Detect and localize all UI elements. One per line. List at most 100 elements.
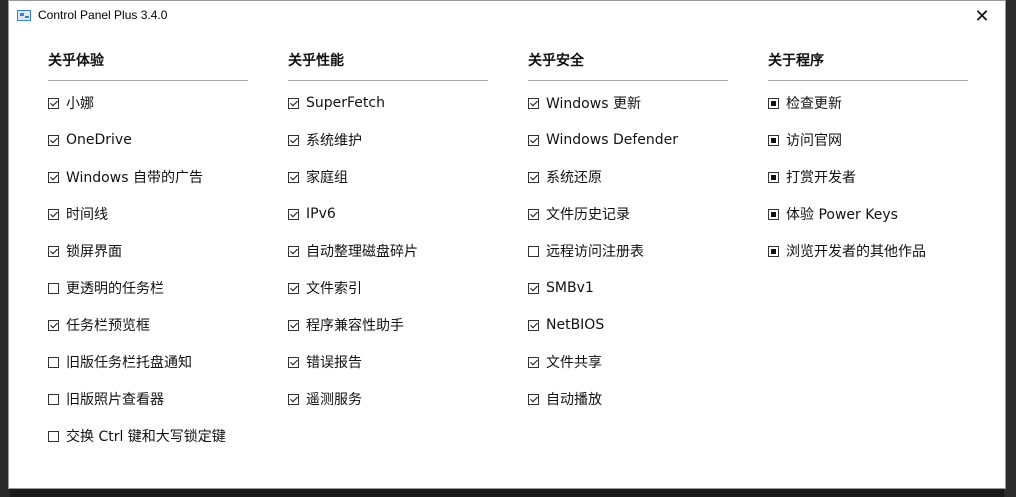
option-label: 小娜 [66,96,94,112]
option-checkbox-item[interactable]: 更透明的任务栏 [48,276,164,300]
option-checkbox-item[interactable]: 系统维护 [288,128,362,152]
option-checkbox-item[interactable]: SuperFetch [288,91,385,115]
checkbox-unchecked-icon[interactable] [48,282,59,294]
checkbox-checked-icon[interactable] [528,356,539,368]
checkbox-unchecked-icon[interactable] [48,356,59,368]
option-label: 遥测服务 [306,392,362,408]
action-item[interactable]: 浏览开发者的其他作品 [768,239,926,263]
action-bullet-icon[interactable] [768,245,779,257]
option-checkbox-item[interactable]: 旧版照片查看器 [48,387,164,411]
checkbox-checked-icon[interactable] [288,393,299,405]
column-heading: 关乎体验 [48,53,104,69]
option-label: 文件共享 [546,355,602,371]
checkbox-checked-icon[interactable] [288,356,299,368]
column-heading: 关乎安全 [528,53,584,69]
option-list: 小娜 OneDrive Windows 自带的广告 时间线锁屏界面更透明的任务栏任务栏… [48,93,248,463]
checkbox-checked-icon[interactable] [528,134,539,146]
checkbox-checked-icon[interactable] [288,319,299,331]
action-item[interactable]: 访问官网 [768,128,842,152]
checkbox-checked-icon[interactable] [48,134,59,146]
checkbox-checked-icon[interactable] [288,171,299,183]
option-label: 文件历史记录 [546,207,630,223]
option-label: 交换 Ctrl 键和大写锁定键 [66,429,226,445]
option-label: 自动整理磁盘碎片 [306,244,418,260]
checkbox-checked-icon[interactable] [288,245,299,257]
close-button[interactable]: ✕ [959,1,1005,31]
action-bullet-icon[interactable] [768,171,779,183]
checkbox-unchecked-icon[interactable] [528,245,539,257]
option-checkbox-item[interactable]: Windows 更新 [528,91,641,115]
checkbox-checked-icon[interactable] [288,134,299,146]
checkbox-checked-icon[interactable] [288,282,299,294]
option-label: 旧版照片查看器 [66,392,164,408]
checkbox-checked-icon[interactable] [528,208,539,220]
option-checkbox-item[interactable]: 自动整理磁盘碎片 [288,239,418,263]
option-checkbox-item[interactable]: 时间线 [48,202,108,226]
checkbox-checked-icon[interactable] [48,171,59,183]
action-item[interactable]: 打赏开发者 [768,165,856,189]
option-label: 程序兼容性助手 [306,318,404,334]
option-checkbox-item[interactable]: 文件索引 [288,276,362,300]
option-label: Windows Defender [546,132,679,148]
option-checkbox-item[interactable]: 远程访问注册表 [528,239,644,263]
checkbox-checked-icon[interactable] [48,319,59,331]
option-checkbox-item[interactable]: 家庭组 [288,165,348,189]
action-bullet-icon[interactable] [768,208,779,220]
option-label: SMBv1 [546,280,594,296]
checkbox-checked-icon[interactable] [48,245,59,257]
option-label: 错误报告 [306,355,362,371]
checkbox-checked-icon[interactable] [48,208,59,220]
option-label: 系统维护 [306,133,362,149]
option-label: SuperFetch [306,95,385,111]
action-bullet-icon[interactable] [768,134,779,146]
checkbox-checked-icon[interactable] [48,97,59,109]
action-item[interactable]: 检查更新 [768,91,842,115]
option-checkbox-item[interactable]: 程序兼容性助手 [288,313,404,337]
checkbox-checked-icon[interactable] [528,171,539,183]
checkbox-checked-icon[interactable] [528,97,539,109]
option-checkbox-item[interactable]: Windows 自带的广告 [48,165,203,189]
option-list: SuperFetch 系统维护家庭组 IPv6 自动整理磁盘碎片文件索引程序兼容性助手… [288,93,488,426]
option-checkbox-item[interactable]: 交换 Ctrl 键和大写锁定键 [48,424,226,448]
checkbox-unchecked-icon[interactable] [48,393,59,405]
option-checkbox-item[interactable]: Windows Defender [528,128,678,152]
option-label: 更透明的任务栏 [66,281,164,297]
option-checkbox-item[interactable]: 任务栏预览框 [48,313,150,337]
option-checkbox-item[interactable]: NetBIOS [528,313,604,337]
option-checkbox-item[interactable]: OneDrive [48,128,132,152]
checkbox-checked-icon[interactable] [288,208,299,220]
option-checkbox-item[interactable]: 系统还原 [528,165,602,189]
checkbox-unchecked-icon[interactable] [48,430,59,442]
column-2: 关乎性能 SuperFetch 系统维护 家庭组 IPv6 自动整理磁盘碎片 文件索引 程序兼… [288,51,488,426]
option-label: NetBIOS [546,317,605,333]
option-label: OneDrive [66,132,132,148]
checkbox-checked-icon[interactable] [528,282,539,294]
option-label: IPv6 [306,206,336,222]
action-bullet-icon[interactable] [768,97,779,109]
option-checkbox-item[interactable]: 错误报告 [288,350,362,374]
checkbox-checked-icon[interactable] [288,97,299,109]
option-checkbox-item[interactable]: 小娜 [48,91,94,115]
option-label: 远程访问注册表 [546,244,644,260]
option-label: 锁屏界面 [66,244,122,260]
checkbox-checked-icon[interactable] [528,393,539,405]
column-1: 关乎体验小娜 OneDrive Windows 自带的广告 时间线锁屏界面更透明的任务… [48,51,248,463]
option-label: 系统还原 [546,170,602,186]
option-checkbox-item[interactable]: 遥测服务 [288,387,362,411]
option-label: 打赏开发者 [786,170,856,186]
app-icon [17,10,31,21]
option-checkbox-item[interactable]: SMBv1 [528,276,594,300]
option-checkbox-item[interactable]: 文件历史记录 [528,202,630,226]
column-4: 关于程序 检查更新 访问官网 打赏开发者 体验 Power Keys 浏览开发者的其他作品 [768,51,968,278]
option-checkbox-item[interactable]: 自动播放 [528,387,602,411]
option-checkbox-item[interactable]: 旧版任务栏托盘通知 [48,350,192,374]
title-bar[interactable]: Control Panel Plus 3.4.0 ✕ [9,1,1005,33]
option-checkbox-item[interactable]: 文件共享 [528,350,602,374]
action-item[interactable]: 体验 Power Keys [768,202,898,226]
option-checkbox-item[interactable]: 锁屏界面 [48,239,122,263]
divider [48,80,248,81]
option-label: 旧版任务栏托盘通知 [66,355,192,371]
divider [768,80,968,81]
checkbox-checked-icon[interactable] [528,319,539,331]
option-checkbox-item[interactable]: IPv6 [288,202,336,226]
